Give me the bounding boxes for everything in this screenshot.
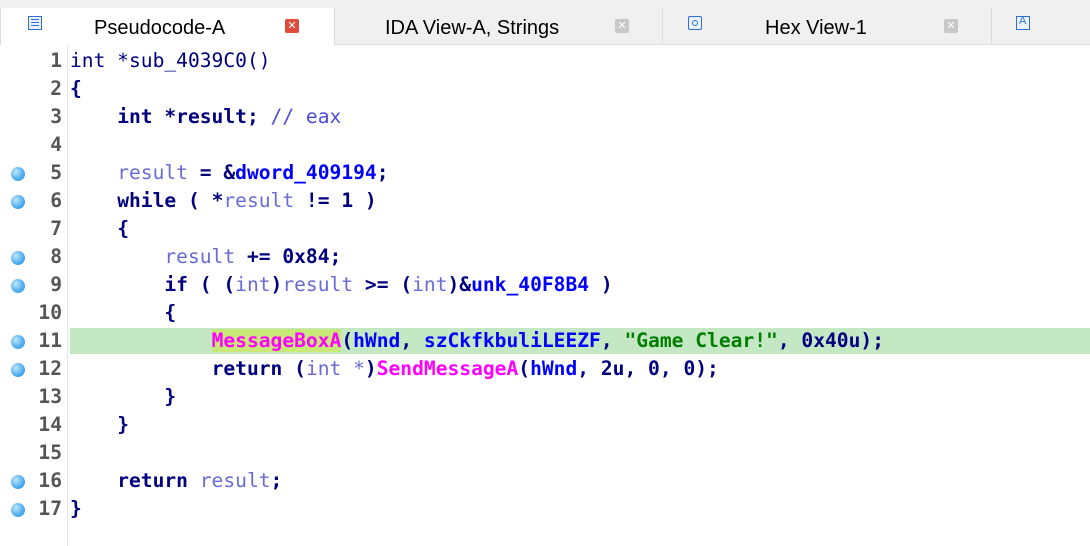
code-line[interactable]: 7 { xyxy=(0,215,1090,243)
line-source: return (int *)SendMessageA(hWnd, 2u, 0, … xyxy=(211,357,719,380)
breakpoint-icon[interactable] xyxy=(11,251,25,265)
line-number: 5 xyxy=(50,161,62,184)
local-types-icon xyxy=(1016,15,1030,30)
line-number: 13 xyxy=(38,385,62,408)
code-line[interactable]: 12 return (int *)SendMessageA(hWnd, 2u, … xyxy=(0,355,1090,383)
line-number: 4 xyxy=(50,133,62,156)
code-line[interactable]: 2 { xyxy=(0,75,1090,103)
line-number: 17 xyxy=(38,497,62,520)
highlighted-token: MessageBoxA xyxy=(211,329,342,352)
code-line[interactable]: 6 while ( *result != 1 ) xyxy=(0,187,1090,215)
line-source: while ( *result != 1 ) xyxy=(117,189,377,212)
breakpoint-icon[interactable] xyxy=(11,167,25,181)
line-number: 11 xyxy=(38,329,62,352)
code-line[interactable]: 8 result += 0x84; xyxy=(0,243,1090,271)
line-number: 9 xyxy=(50,273,62,296)
line-number: 6 xyxy=(50,189,62,212)
code-line[interactable]: 5 result = &dword_409194; xyxy=(0,159,1090,187)
line-number: 15 xyxy=(38,441,62,464)
line-number: 7 xyxy=(50,217,62,240)
breakpoint-icon[interactable] xyxy=(11,195,25,209)
pseudocode-icon xyxy=(28,16,42,30)
tab-label: IDA View-A, Strings xyxy=(385,17,560,39)
tab-pseudocode-a[interactable]: Pseudocode-A ✕ xyxy=(0,8,334,45)
line-source: result += 0x84; xyxy=(164,245,342,268)
line-number: 1 xyxy=(50,49,62,72)
line-source: } xyxy=(164,385,177,408)
code-line[interactable]: 17 } xyxy=(0,495,1090,523)
pseudocode-view[interactable]: 1 int *sub_4039C0() 2 { 3 int *result; /… xyxy=(0,45,1090,546)
close-icon[interactable]: ✕ xyxy=(944,19,958,33)
code-line[interactable]: 1 int *sub_4039C0() xyxy=(0,47,1090,75)
tab-label: Hex View-1 xyxy=(765,17,867,39)
line-source: MessageBoxA(hWnd, szCkfkbuliLEEZF, "Game… xyxy=(211,329,884,352)
line-source: if ( (int)result >= (int)&unk_40F8B4 ) xyxy=(164,273,613,296)
code-line[interactable]: 4 xyxy=(0,131,1090,159)
breakpoint-icon[interactable] xyxy=(11,363,25,377)
breakpoint-icon[interactable] xyxy=(11,475,25,489)
breakpoint-icon[interactable] xyxy=(11,503,25,517)
line-source: { xyxy=(164,301,177,324)
line-number: 2 xyxy=(50,77,62,100)
close-icon[interactable]: ✕ xyxy=(285,19,299,33)
line-number: 8 xyxy=(50,245,62,268)
tab-label: Pseudocode-A xyxy=(94,17,226,39)
code-line[interactable]: 15 xyxy=(0,439,1090,467)
line-source: { xyxy=(70,77,82,100)
code-line[interactable]: 9 if ( (int)result >= (int)&unk_40F8B4 ) xyxy=(0,271,1090,299)
line-source: { xyxy=(117,217,129,240)
breakpoint-icon[interactable] xyxy=(11,335,25,349)
tab-ida-view-a-strings[interactable]: IDA View-A, Strings ✕ xyxy=(334,8,662,44)
line-source: } xyxy=(70,497,82,520)
line-number: 14 xyxy=(38,413,62,436)
hex-view-icon xyxy=(688,16,702,30)
tab-local-types[interactable] xyxy=(991,8,1090,44)
code-line[interactable]: 10 { xyxy=(0,299,1090,327)
line-source: int *sub_4039C0() xyxy=(70,49,271,72)
code-line-current[interactable]: 11 MessageBoxA(hWnd, szCkfkbuliLEEZF, "G… xyxy=(0,327,1090,355)
breakpoint-icon[interactable] xyxy=(11,279,25,293)
code-line[interactable]: 16 return result; xyxy=(0,467,1090,495)
line-number: 10 xyxy=(38,301,62,324)
close-icon[interactable]: ✕ xyxy=(615,19,629,33)
code-line[interactable]: 13 } xyxy=(0,383,1090,411)
code-line[interactable]: 14 } xyxy=(0,411,1090,439)
line-source: } xyxy=(117,413,129,436)
line-source: int *result; // eax xyxy=(117,105,342,128)
line-number: 16 xyxy=(38,469,62,492)
tab-bar: Pseudocode-A ✕ IDA View-A, Strings ✕ Hex… xyxy=(0,0,1090,45)
line-source: result = &dword_409194; xyxy=(117,161,389,184)
line-number: 12 xyxy=(38,357,62,380)
tab-hex-view-1[interactable]: Hex View-1 ✕ xyxy=(662,8,991,44)
code-line[interactable]: 3 int *result; // eax xyxy=(0,103,1090,131)
line-number: 3 xyxy=(50,105,62,128)
line-source: return result; xyxy=(117,469,283,492)
